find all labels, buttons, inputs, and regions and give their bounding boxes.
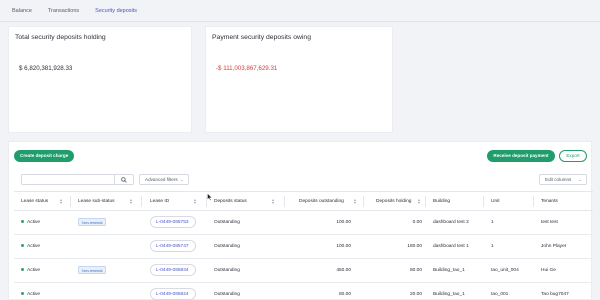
lease-status-cell: Active: [21, 211, 40, 234]
deposits-panel: Create deposit charge Receive deposit pa…: [8, 141, 593, 300]
deposits-holding-cell: 80.00: [409, 268, 422, 273]
tab-bar: Balance Transactions Security deposits: [0, 0, 600, 22]
export-button[interactable]: Export: [559, 150, 587, 162]
sort-icon[interactable]: [130, 198, 134, 205]
deposits-holding-cell: 180.00: [407, 244, 422, 249]
building-cell: dashboard test 2: [433, 220, 469, 225]
chevron-down-icon: ⌄: [578, 177, 582, 182]
lease-status-cell: Active: [21, 259, 40, 282]
sub-status-badge: Non-renewal: [78, 266, 107, 274]
lease-id-link[interactable]: L-0449-085753: [156, 211, 189, 234]
active-status-dot: [21, 219, 24, 223]
building-cell: dashboard test 1: [433, 244, 469, 249]
deposits-status-cell: Outstanding: [214, 220, 240, 225]
column-header-unit[interactable]: Unit: [491, 192, 500, 211]
tab-transactions[interactable]: Transactions: [40, 0, 87, 22]
tenants-cell: Hui Ge: [541, 268, 556, 273]
deposits-outstanding-cell: 80.00: [338, 292, 351, 297]
column-divider: [206, 196, 207, 207]
edit-columns-dropdown[interactable]: Edit columns ⌄: [539, 174, 587, 185]
deposits-holding-cell: 0.00: [412, 220, 422, 225]
deposits-status-cell: Outstanding: [214, 244, 240, 249]
tab-security-deposits[interactable]: Security deposits: [87, 0, 146, 22]
create-deposit-charge-button[interactable]: Create deposit charge: [14, 150, 74, 162]
deposits-status-cell: Outstanding: [214, 268, 240, 273]
column-header-deposits-outstanding[interactable]: Deposits outstanding: [299, 192, 344, 211]
lease-id-link[interactable]: L-0449-085747: [156, 235, 189, 258]
chevron-down-icon: ⌄: [180, 177, 184, 182]
unit-cell: tao_unit_004: [491, 268, 519, 273]
advanced-filters-dropdown[interactable]: Advanced filters ⌄: [139, 174, 189, 185]
unit-cell: 1: [491, 220, 494, 225]
edit-columns-label: Edit columns: [545, 177, 572, 182]
table-row[interactable]: Active Non-renewal L-0449-085834 Outstan…: [14, 259, 593, 283]
sort-icon[interactable]: [194, 198, 198, 205]
table-row[interactable]: Active Non-renewal L-0449-085753 Outstan…: [14, 211, 593, 235]
deposits-holding-cell: 20.00: [409, 292, 422, 297]
column-divider: [363, 196, 364, 207]
column-header-deposits-holding[interactable]: Deposits holding: [376, 192, 411, 211]
column-divider: [533, 196, 534, 207]
column-divider: [483, 196, 484, 207]
tabs-divider: [0, 21, 600, 22]
tab-balance[interactable]: Balance: [4, 0, 40, 22]
search-input[interactable]: [22, 175, 114, 184]
deposits-status-cell: Outstanding: [214, 292, 240, 297]
column-divider: [284, 196, 285, 207]
unit-cell: tao_001: [491, 292, 509, 297]
column-header-lease-sub-status[interactable]: Lease sub-status: [78, 192, 115, 211]
column-header-building[interactable]: Building: [433, 192, 450, 211]
active-status-dot: [21, 291, 24, 295]
owing-card: Payment security deposits owing -$ 111,0…: [205, 26, 393, 133]
tenants-cell: Tao bug7047: [541, 292, 569, 297]
unit-cell: 1: [491, 244, 494, 249]
column-header-lease-status[interactable]: Lease status: [21, 192, 48, 211]
sort-icon[interactable]: [418, 198, 422, 205]
sub-status-badge: Non-renewal: [78, 218, 107, 226]
sort-icon[interactable]: [272, 198, 276, 205]
table-header: Lease status Lease sub-status Lease ID D…: [14, 191, 593, 211]
column-header-deposits-status[interactable]: Deposits status: [214, 192, 247, 211]
column-divider: [141, 196, 142, 207]
active-status-dot: [21, 267, 24, 271]
deposits-outstanding-cell: 450.00: [336, 268, 351, 273]
tenants-cell: test test: [541, 220, 558, 225]
lease-status-cell: Active: [21, 235, 40, 258]
column-divider: [425, 196, 426, 207]
lease-id-link[interactable]: L-0449-085834: [156, 259, 189, 282]
search-box: [21, 174, 134, 185]
holding-card-value: $ 6,820,381,928.33: [19, 65, 73, 72]
deposits-outstanding-cell: 100.00: [336, 244, 351, 249]
search-button[interactable]: [114, 175, 133, 184]
search-icon: [121, 176, 127, 183]
column-divider: [70, 196, 71, 207]
holding-card: Total security deposits holding $ 6,820,…: [8, 26, 192, 133]
table-row[interactable]: Active L-0449-085824 Outstanding 80.00 2…: [14, 283, 593, 300]
building-cell: Building_tao_1: [433, 268, 465, 273]
tenants-cell: John Player: [541, 244, 567, 249]
advanced-filters-label: Advanced filters: [145, 177, 178, 182]
receive-deposit-payment-button[interactable]: Receive deposit payment: [487, 150, 555, 162]
deposits-outstanding-cell: 100.00: [336, 220, 351, 225]
table-row[interactable]: Active L-0449-085747 Outstanding 100.00 …: [14, 235, 593, 259]
lease-status-cell: Active: [21, 283, 40, 300]
lease-id-link[interactable]: L-0449-085824: [156, 283, 189, 300]
sort-icon[interactable]: [354, 198, 358, 205]
sort-icon[interactable]: [60, 198, 64, 205]
column-header-tenants[interactable]: Tenants: [541, 192, 558, 211]
column-header-lease-id[interactable]: Lease ID: [150, 192, 169, 211]
owing-card-title: Payment security deposits owing: [212, 34, 311, 41]
building-cell: Building_tao_1: [433, 292, 465, 297]
owing-card-value: -$ 111,003,867,629.31: [216, 65, 278, 72]
active-status-dot: [21, 243, 24, 247]
holding-card-title: Total security deposits holding: [15, 34, 106, 41]
